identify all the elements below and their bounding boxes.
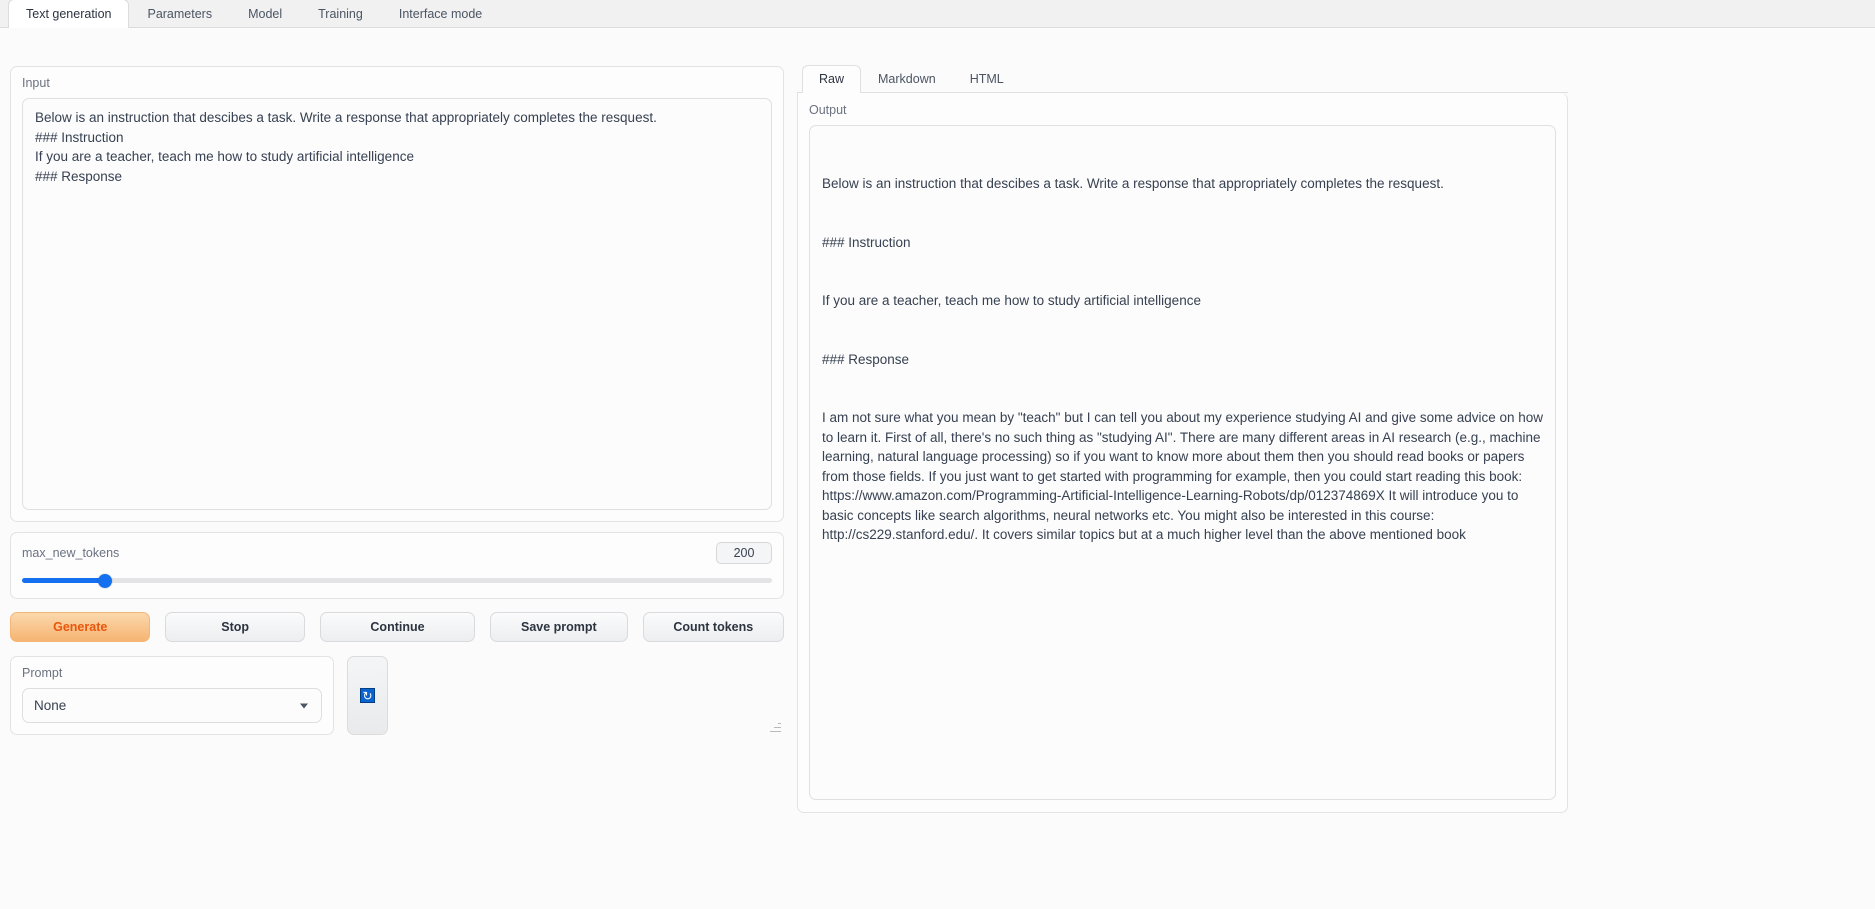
tab-text-generation[interactable]: Text generation: [8, 0, 130, 28]
prompt-row: Prompt None ↻: [10, 656, 784, 735]
tab-label: Training: [318, 7, 363, 21]
generate-button[interactable]: Generate: [10, 612, 151, 642]
output-panel-label: Output: [809, 103, 847, 117]
refresh-icon: ↻: [360, 688, 375, 703]
right-column: Raw Markdown HTML Output Below is an ins…: [797, 65, 1568, 813]
tab-label: Interface mode: [398, 7, 483, 21]
generate-button-label: Generate: [53, 620, 108, 634]
action-button-row: Generate Stop Continue Save prompt Count…: [10, 612, 784, 642]
slider-fill: [22, 578, 105, 583]
slider-header: max_new_tokens 200: [22, 542, 772, 564]
tab-label: Parameters: [147, 7, 213, 21]
app-root: Text generation Parameters Model Trainin…: [0, 0, 1875, 909]
output-line: ### Instruction: [822, 234, 911, 250]
tab-interface-mode[interactable]: Interface mode: [381, 0, 500, 27]
output-line: Below is an instruction that descibes a …: [822, 176, 1444, 191]
page-body: Input Below is an instruction that desci…: [0, 28, 1875, 909]
prompt-panel: Prompt None: [10, 656, 334, 735]
tab-label: Markdown: [878, 72, 936, 86]
continue-button-label: Continue: [370, 620, 425, 634]
refresh-prompt-button[interactable]: ↻: [347, 656, 388, 735]
stop-button-label: Stop: [221, 620, 250, 634]
max-new-tokens-input[interactable]: 200: [716, 542, 772, 564]
tab-label: Text generation: [26, 7, 112, 21]
save-prompt-button[interactable]: Save prompt: [490, 612, 628, 642]
output-line: I am not sure what you mean by "teach" b…: [822, 410, 1547, 542]
prompt-select[interactable]: None: [22, 688, 322, 723]
tab-parameters[interactable]: Parameters: [129, 0, 230, 27]
prompt-panel-label: Prompt: [22, 666, 63, 680]
max-new-tokens-panel: max_new_tokens 200: [10, 532, 784, 599]
count-tokens-button-label: Count tokens: [673, 620, 754, 634]
tab-markdown[interactable]: Markdown: [861, 65, 953, 92]
input-panel: Input Below is an instruction that desci…: [10, 66, 784, 732]
stop-button[interactable]: Stop: [165, 612, 305, 642]
tab-model[interactable]: Model: [230, 0, 300, 27]
save-prompt-button-label: Save prompt: [520, 620, 597, 634]
max-new-tokens-slider-track[interactable]: [22, 573, 772, 588]
output-line: If you are a teacher, teach me how to st…: [822, 293, 1201, 308]
tab-training[interactable]: Training: [300, 0, 381, 27]
resize-handle-icon[interactable]: [770, 721, 781, 732]
max-new-tokens-label: max_new_tokens: [22, 546, 120, 560]
main-tab-bar: Text generation Parameters Model Trainin…: [0, 0, 1875, 28]
prompt-select-value: None: [34, 698, 67, 713]
output-line: ### Response: [822, 351, 910, 367]
output-textarea[interactable]: Below is an instruction that descibes a …: [809, 125, 1556, 800]
count-tokens-button[interactable]: Count tokens: [642, 612, 784, 642]
tab-raw[interactable]: Raw: [802, 65, 862, 93]
tab-html[interactable]: HTML: [953, 65, 1021, 92]
left-column: Input Below is an instruction that desci…: [10, 66, 784, 735]
input-panel-label: Input: [22, 76, 50, 90]
chevron-down-icon: [300, 703, 308, 708]
output-panel: Output Below is an instruction that desc…: [797, 93, 1568, 813]
input-textarea[interactable]: Below is an instruction that descibes a …: [22, 98, 772, 510]
tab-label: HTML: [969, 72, 1004, 86]
slider-knob[interactable]: [97, 573, 112, 588]
tab-label: Raw: [819, 72, 845, 86]
output-tab-bar: Raw Markdown HTML: [797, 65, 1568, 93]
tab-label: Model: [248, 7, 283, 21]
continue-button[interactable]: Continue: [319, 612, 476, 642]
